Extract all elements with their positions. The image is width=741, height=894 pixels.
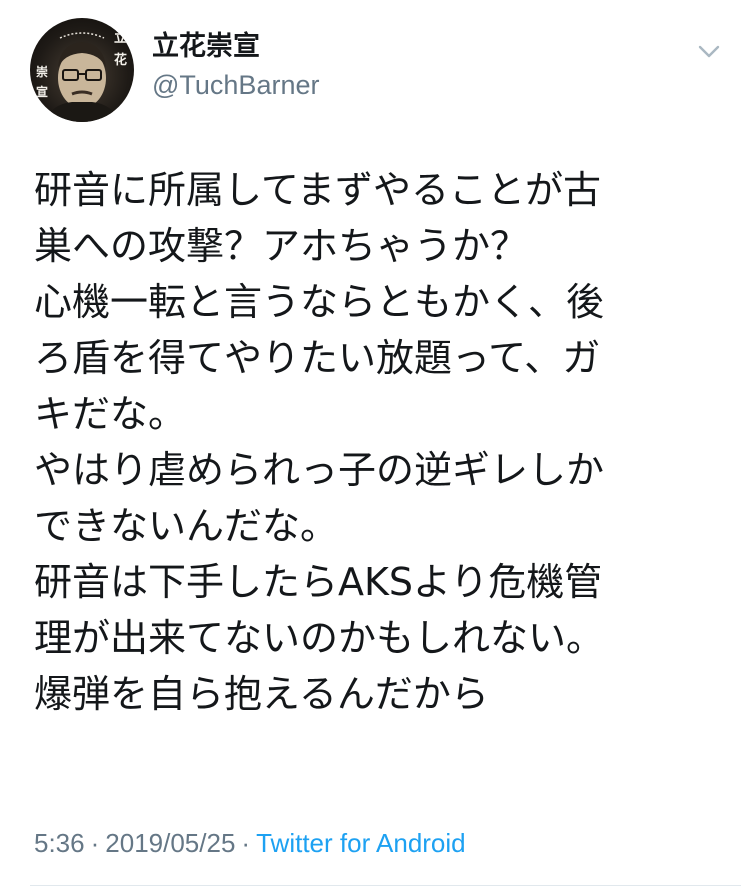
tweet-text: 研音に所属してまずやることが古 巣への攻撃？アホちゃうか？ 心機一転と言うならと… [34,162,714,722]
tweet-menu-button[interactable] [694,36,724,66]
tweet-source-link[interactable]: Twitter for Android [256,828,466,858]
meta-separator: · [90,828,100,858]
avatar-char: 花 [114,53,128,68]
tweet-text-line: やはり虐められっ子の逆ギレしか [34,448,605,492]
tweet-text-line: できないんだな。 [34,504,339,548]
avatar-char: 立 [114,31,128,46]
tweet-text-line: 心機一転と言うならともかく、後 [34,280,605,324]
avatar-char: 崇 [36,65,49,79]
tweet-text-line: 爆弾を自ら抱えるんだから [34,672,489,716]
meta-separator: · [241,828,251,858]
avatar-char: 宣 [36,85,49,99]
tweet-time[interactable]: 5:36 [34,828,85,858]
tweet-meta: 5:36 · 2019/05/25 · Twitter for Android [34,823,466,863]
user-handle[interactable]: @TuchBarner [152,68,319,102]
tweet-text-line: 巣への攻撃？アホちゃうか？ [34,224,529,268]
avatar[interactable]: 立 花 崇 宣 [30,18,134,122]
chevron-down-icon [698,45,720,58]
display-name[interactable]: 立花崇宣 [152,30,260,64]
tweet-text-line: 研音は下手したらAKSより危機管 [34,560,603,604]
tweet-card: 立 花 崇 宣 立花崇宣 @TuchBarner 研音に所属してまずやることが古… [0,0,741,894]
tweet-text-line: キだな。 [34,392,187,436]
tweet-text-line: 理が出来てないのかもしれない。 [34,616,605,660]
tweet-text-line: 研音に所属してまずやることが古 [34,168,601,212]
tweet-date[interactable]: 2019/05/25 [105,828,235,858]
tweet-text-line: ろ盾を得てやりたい放題って、ガ [34,336,601,380]
divider [30,885,741,886]
